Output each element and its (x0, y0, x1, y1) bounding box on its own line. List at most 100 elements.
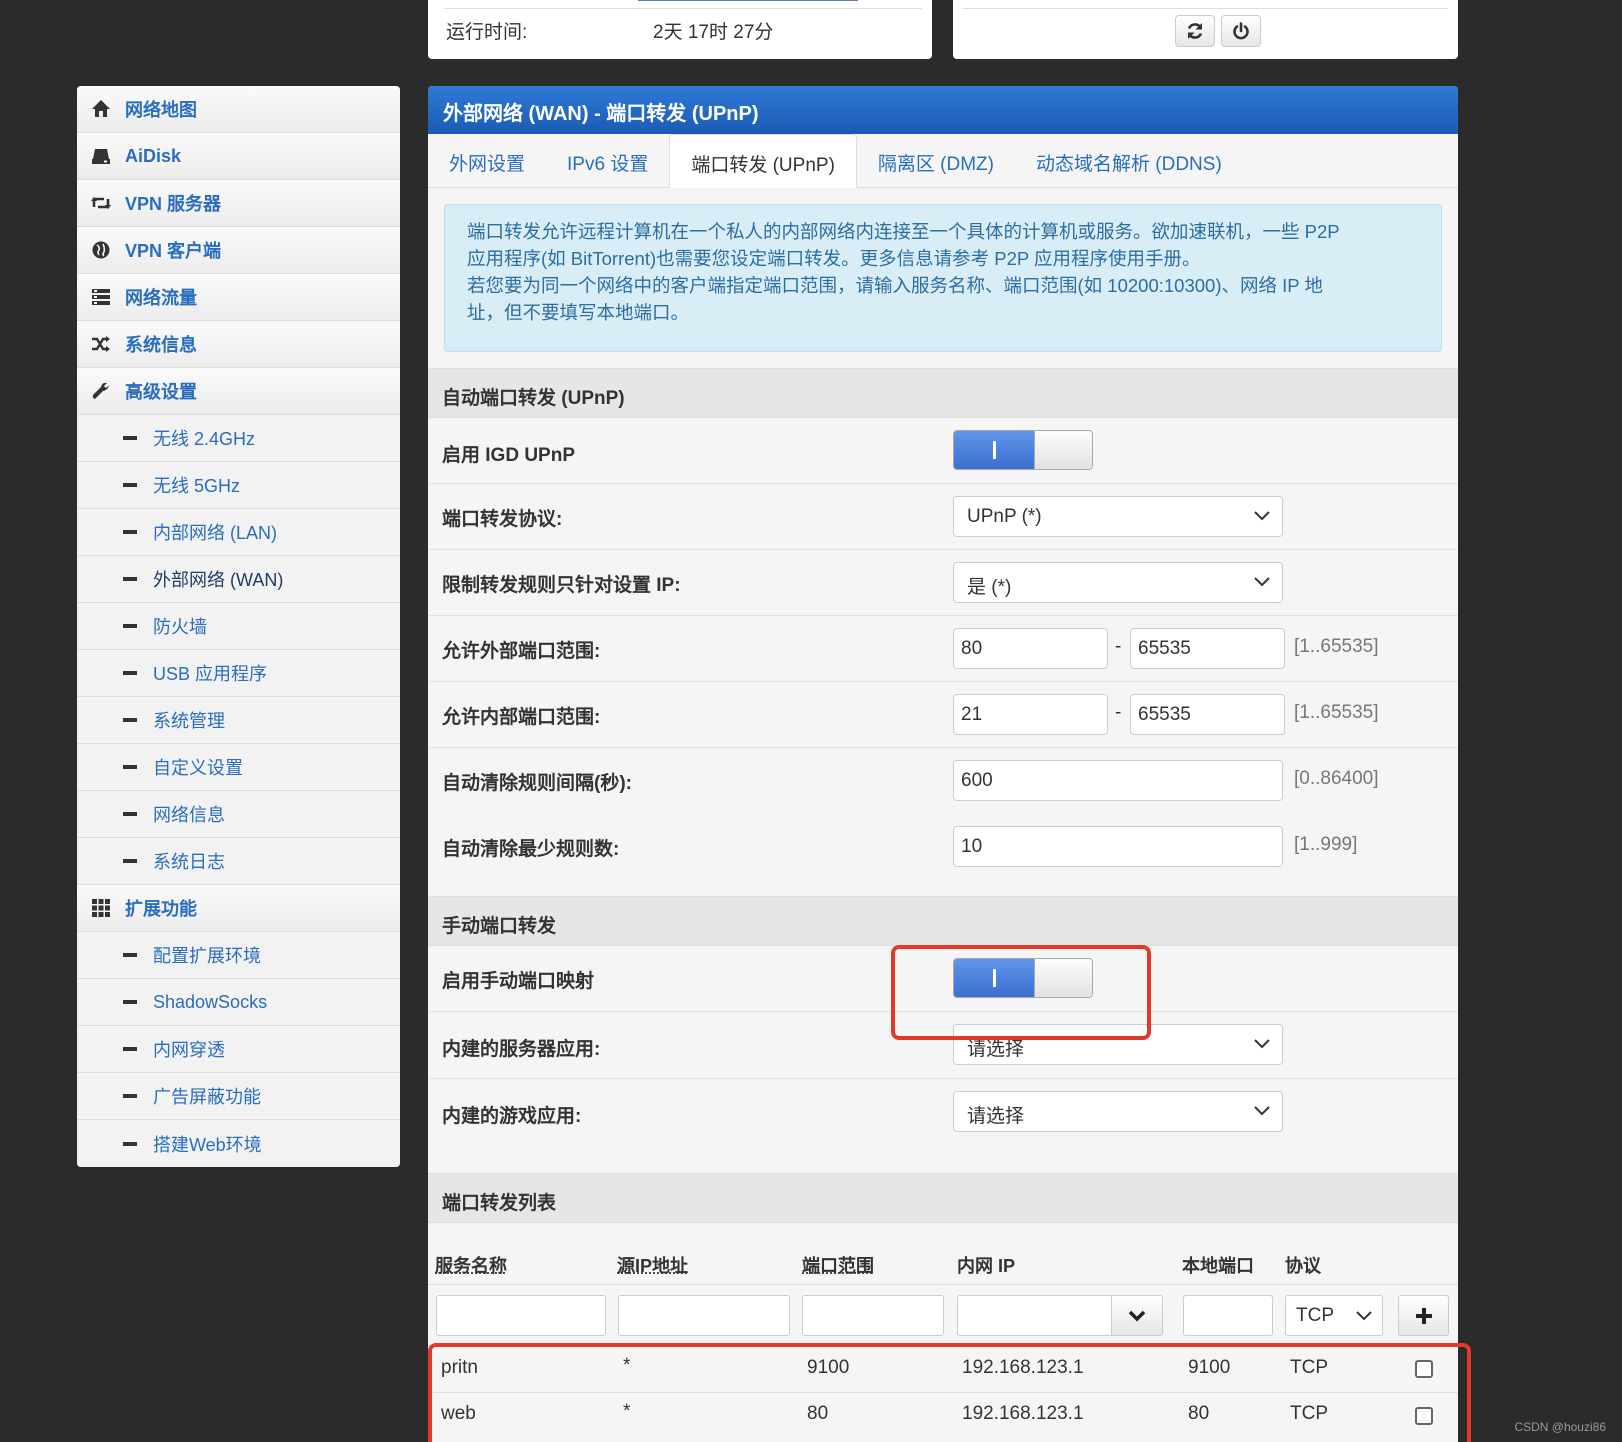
sidebar-item-label: 广告屏蔽功能 (153, 1087, 261, 1107)
sidebar-item-system-info[interactable]: 系统信息 (77, 321, 400, 368)
sidebar-item-label: 配置扩展环境 (153, 946, 261, 966)
sidebar-item-firewall[interactable]: 防火墙 (77, 603, 400, 650)
new-port-range-input[interactable] (802, 1295, 944, 1336)
chevron-down-icon (1254, 511, 1270, 521)
int-from-input[interactable]: 21 (953, 694, 1108, 735)
manual-enable-label: 启用手动端口映射 (442, 971, 595, 992)
uptime-label: 运行时间: (446, 22, 528, 43)
new-lan-ip-input[interactable] (957, 1295, 1112, 1336)
game-app-value: 请选择 (967, 1106, 1025, 1127)
sidebar-item-lan[interactable]: 内部网络 (LAN) (77, 509, 400, 556)
sidebar-item-wan[interactable]: 外部网络 (WAN) (77, 556, 400, 603)
protocol-select[interactable]: UPnP (*) (953, 496, 1283, 537)
tab-bar: 外网设置 IPv6 设置 端口转发 (UPnP) 隔离区 (DMZ) 动态域名解… (428, 134, 1458, 188)
col-header-src-ip: 源IP地址 (617, 1256, 689, 1276)
info-line: 址，但不要填写本地端口。 (467, 302, 690, 323)
sidebar-item-label: AiDisk (125, 145, 182, 166)
sidebar-item-wireless-24[interactable]: 无线 2.4GHz (77, 415, 400, 462)
clean-interval-label: 自动清除规则间隔(秒): (442, 773, 632, 794)
info-line: 端口转发允许远程计算机在一个私人的内部网络内连接至一个具体的计算机或服务。欲加速… (467, 221, 1340, 242)
restrict-label: 限制转发规则只针对设置 IP: (442, 575, 681, 596)
sidebar-item-admin[interactable]: 系统管理 (77, 697, 400, 744)
new-local-port-input[interactable] (1183, 1295, 1273, 1336)
tab-ipv6[interactable]: IPv6 设置 (546, 134, 669, 188)
sidebar-item-label: 防火墙 (153, 617, 207, 637)
game-app-select[interactable]: 请选择 (953, 1091, 1283, 1132)
sidebar-item-label: 内部网络 (LAN) (153, 523, 278, 543)
globe-icon (92, 241, 110, 259)
power-button[interactable] (1221, 15, 1261, 47)
sidebar-item-usb[interactable]: USB 应用程序 (77, 650, 400, 697)
sidebar-item-label: 系统管理 (153, 711, 225, 731)
sidebar-item-vpn-server[interactable]: VPN 服务器 (77, 180, 400, 227)
sidebar-item-tunnel[interactable]: 内网穿透 (77, 1026, 400, 1073)
ext-range-row: 允许外部端口范围: 80 - 65535 [1..65535] (428, 616, 1458, 682)
sidebar-item-shadowsocks[interactable]: ShadowSocks (77, 979, 400, 1026)
clean-min-hint: [1..999] (1294, 834, 1358, 855)
tab-wan-settings[interactable]: 外网设置 (428, 134, 546, 188)
random-icon (92, 336, 110, 352)
table-divider (428, 1284, 1458, 1285)
igd-toggle[interactable] (953, 430, 1093, 470)
game-app-row: 内建的游戏应用: 请选择 (428, 1079, 1458, 1173)
clean-interval-input[interactable]: 600 (953, 760, 1283, 801)
plus-icon (1415, 1307, 1432, 1324)
restrict-select[interactable]: 是 (*) (953, 562, 1283, 603)
lan-ip-dropdown-button[interactable] (1111, 1295, 1163, 1336)
sidebar-item-label: 网络流量 (125, 288, 197, 308)
refresh-button[interactable] (1175, 15, 1215, 47)
ext-from-input[interactable]: 80 (953, 628, 1108, 669)
highlight-box-toggle (891, 945, 1151, 1040)
power-icon (1233, 22, 1249, 40)
dash-icon (123, 671, 137, 675)
sidebar-item-network-info[interactable]: 网络信息 (77, 791, 400, 838)
ext-to-input[interactable]: 65535 (1130, 628, 1285, 669)
sidebar-item-wireless-5[interactable]: 无线 5GHz (77, 462, 400, 509)
sidebar-item-advanced[interactable]: 高级设置 (77, 368, 400, 415)
col-header-lan-ip: 内网 IP (957, 1256, 1016, 1276)
sidebar-item-web-env[interactable]: 搭建Web环境 (77, 1120, 400, 1167)
new-service-input[interactable] (436, 1295, 606, 1336)
game-app-label: 内建的游戏应用: (442, 1106, 582, 1127)
int-to-input[interactable]: 65535 (1130, 694, 1285, 735)
chevron-down-icon (1254, 1039, 1270, 1049)
chevron-down-icon (1128, 1310, 1146, 1321)
sidebar-item-vpn-client[interactable]: VPN 客户端 (77, 227, 400, 274)
sidebar-item-syslog[interactable]: 系统日志 (77, 838, 400, 885)
protocol-value: UPnP (*) (967, 506, 1042, 527)
sidebar-item-label: 外部网络 (WAN) (153, 570, 284, 590)
sidebar-item-adblock[interactable]: 广告屏蔽功能 (77, 1073, 400, 1120)
auto-section-title: 自动端口转发 (UPnP) (428, 368, 1458, 418)
sidebar-item-ext-env[interactable]: 配置扩展环境 (77, 932, 400, 979)
col-header-service: 服务名称 (435, 1256, 507, 1276)
dash-icon (123, 953, 137, 957)
uptime-value: 2天 17时 27分 (653, 22, 774, 43)
restrict-value: 是 (*) (967, 577, 1012, 598)
int-range-row: 允许内部端口范围: 21 - 65535 [1..65535] (428, 682, 1458, 748)
tab-dmz[interactable]: 隔离区 (DMZ) (857, 134, 1015, 188)
sidebar-item-custom[interactable]: 自定义设置 (77, 744, 400, 791)
new-protocol-select[interactable]: TCP (1285, 1295, 1383, 1336)
sidebar-item-network-map[interactable]: 网络地图 (77, 86, 400, 133)
server-app-label: 内建的服务器应用: (442, 1039, 601, 1060)
dash-icon (123, 718, 137, 722)
main-panel: 外部网络 (WAN) - 端口转发 (UPnP) 外网设置 IPv6 设置 端口… (428, 86, 1458, 1442)
dash-icon (123, 1047, 137, 1051)
add-rule-button[interactable] (1398, 1295, 1449, 1336)
sidebar-item-label: 扩展功能 (125, 899, 197, 919)
clean-min-input[interactable]: 10 (953, 826, 1283, 867)
sidebar-item-extensions[interactable]: 扩展功能 (77, 885, 400, 932)
sidebar-item-label: 系统日志 (153, 852, 225, 872)
tab-ddns[interactable]: 动态域名解析 (DDNS) (1015, 134, 1243, 188)
chevron-down-icon (1254, 1106, 1270, 1116)
sidebar-item-aidisk[interactable]: AiDisk (77, 133, 400, 180)
sidebar-item-label: 自定义设置 (153, 758, 243, 778)
new-src-ip-input[interactable] (618, 1295, 790, 1336)
disk-icon (92, 149, 110, 164)
dash-icon (123, 1141, 137, 1146)
tab-port-forward[interactable]: 端口转发 (UPnP) (669, 134, 857, 188)
protocol-label: 端口转发协议: (442, 509, 563, 530)
info-line: 应用程序(如 BitTorrent)也需要您设定端口转发。更多信息请参考 P2P… (467, 248, 1201, 269)
retweet-icon (91, 197, 111, 209)
sidebar-item-traffic[interactable]: 网络流量 (77, 274, 400, 321)
